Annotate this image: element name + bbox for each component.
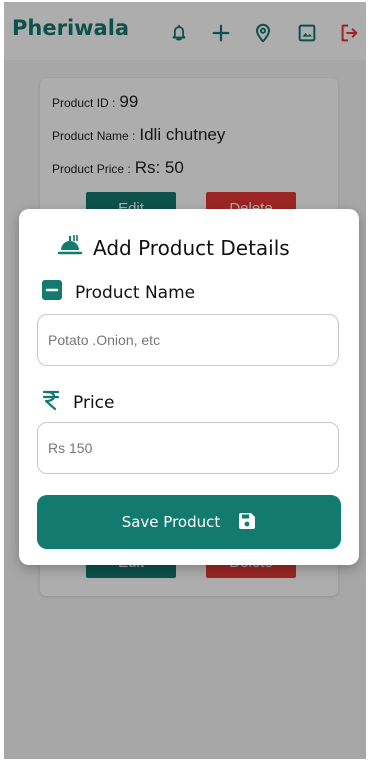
save-product-label: Save Product [121,513,221,531]
dialog-title-text: Add Product Details [93,235,290,260]
add-product-dialog: Add Product Details Product Name Price S… [19,209,359,565]
dialog-title: Add Product Details [57,233,290,262]
floppy-disk-icon [238,512,256,533]
price-label-text: Price [73,392,115,413]
price-field-label: Price [41,389,114,416]
product-name-label-text: Product Name [75,282,196,303]
price-input[interactable] [37,422,339,474]
rupee-icon [41,389,61,416]
minus-box-icon [41,279,63,306]
save-product-button[interactable]: Save Product [37,495,341,549]
product-name-input[interactable] [37,314,339,366]
app-screen: Pheriwala Product ID :99 Product Name :I… [4,2,366,759]
product-name-field-label: Product Name [41,279,195,306]
food-serving-icon [57,233,83,262]
